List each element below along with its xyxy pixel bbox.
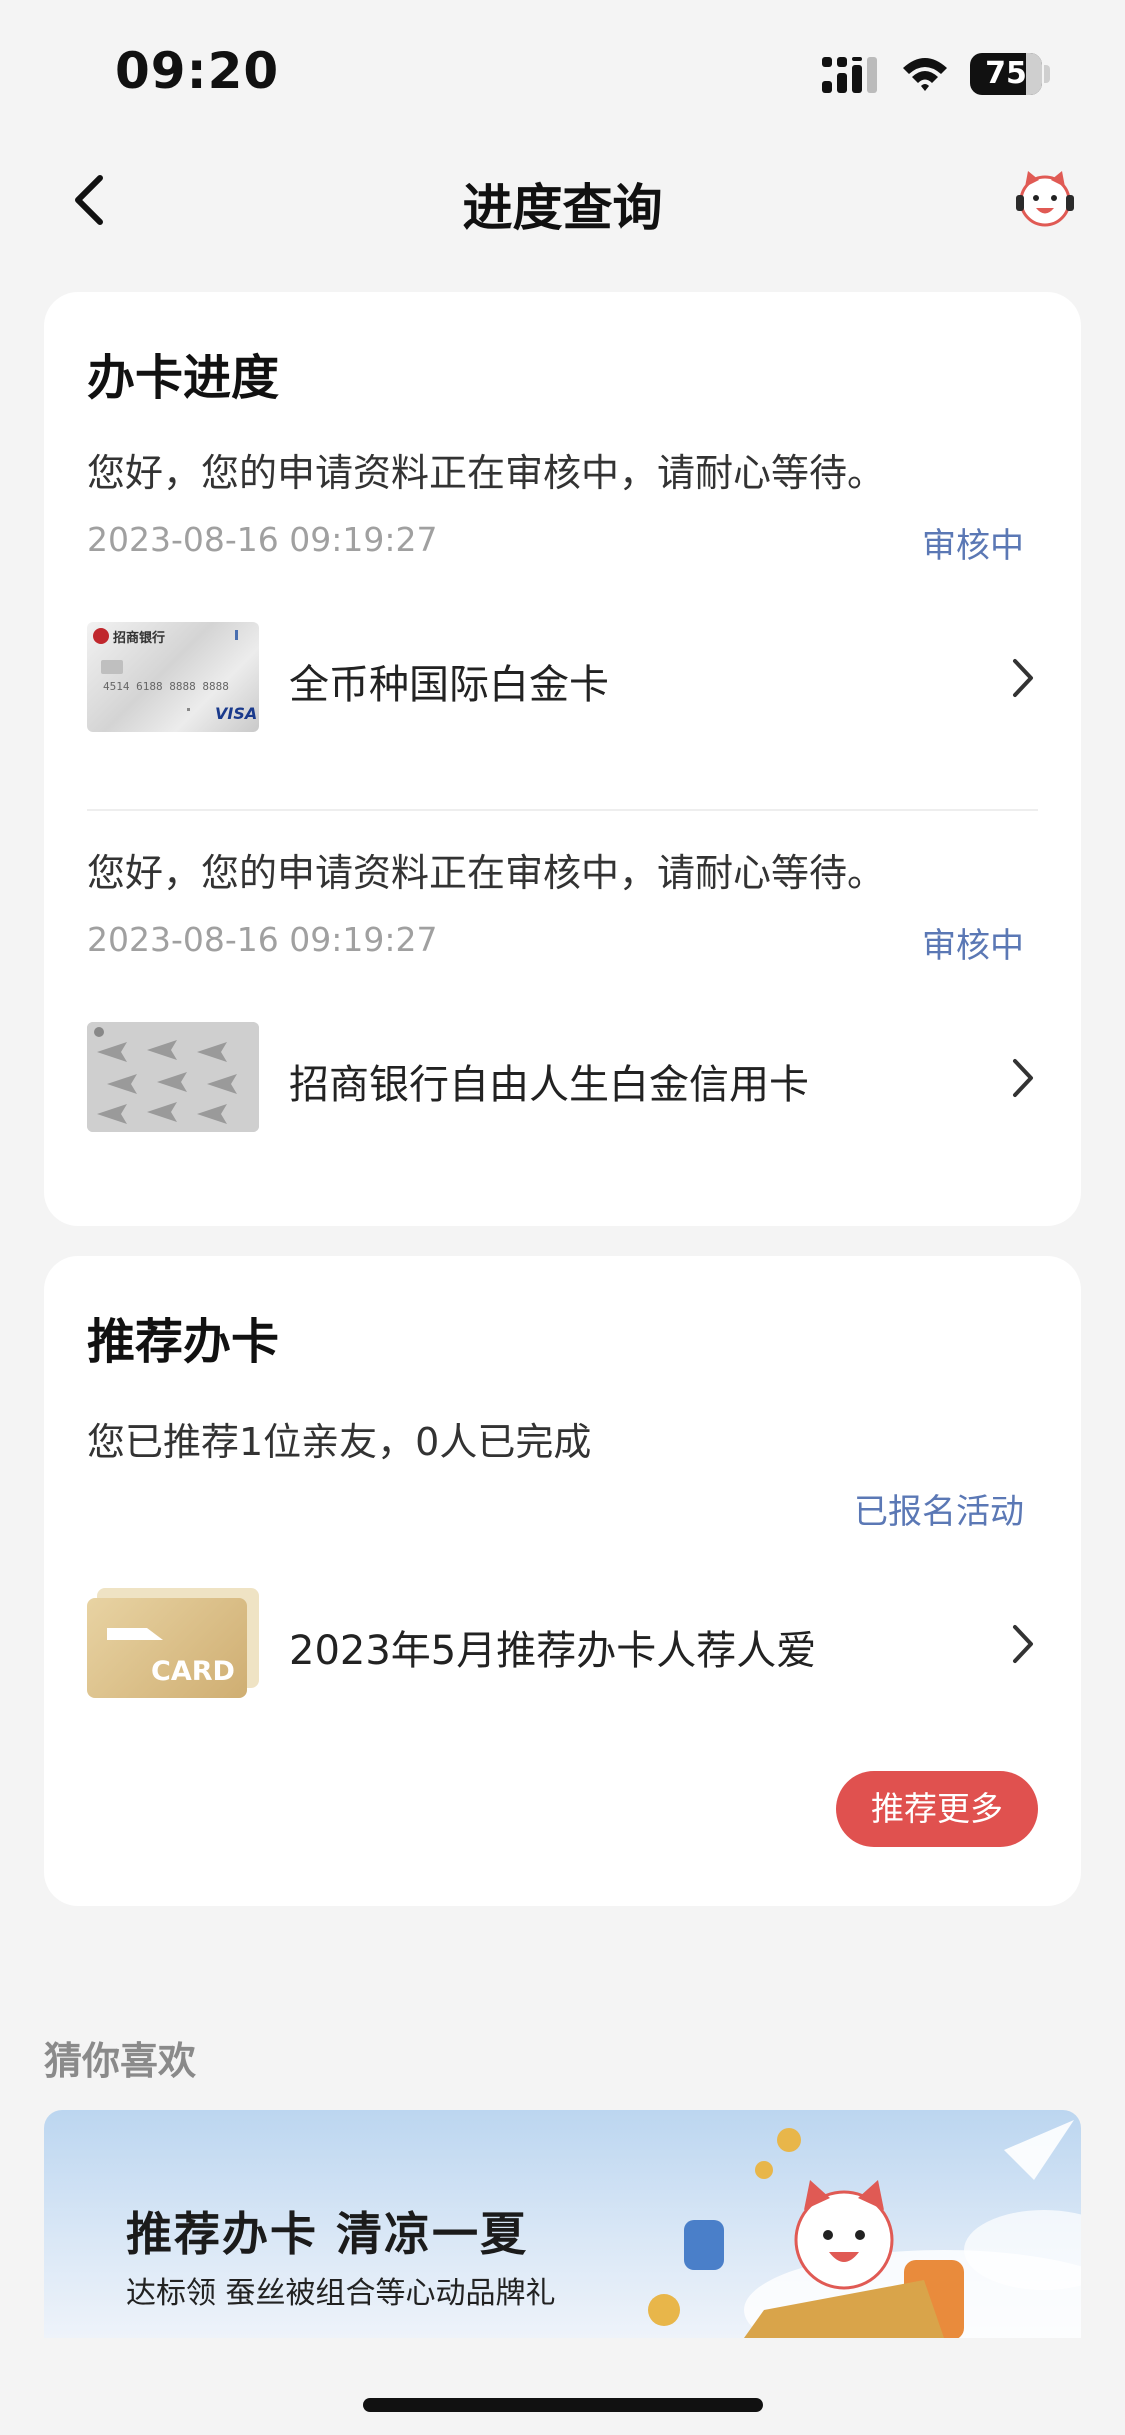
referral-activity-row[interactable]: CARD 2023年5月推荐办卡人荐人爱 xyxy=(87,1588,1037,1700)
section-title-progress: 办卡进度 xyxy=(87,350,280,406)
status-bar: 09:20 75 xyxy=(0,0,1125,150)
application-timestamp: 2023-08-16 09:19:27 xyxy=(87,920,438,959)
application-message: 您好，您的申请资料正在审核中，请耐心等待。 xyxy=(87,851,886,895)
application-status-badge: 审核中 xyxy=(922,926,1024,966)
card-brand-label: VISA xyxy=(215,704,258,723)
card-referral-section: 推荐办卡 您已推荐1位亲友，0人已完成 已报名活动 CARD 2023年5月推荐… xyxy=(44,1256,1081,1906)
application-product-row-1[interactable]: 招商银行 4514 6188 8888 8888 VISA 全币种国际白金卡 xyxy=(87,622,1037,734)
battery-icon: 75 xyxy=(970,53,1050,95)
application-message: 您好，您的申请资料正在审核中，请耐心等待。 xyxy=(87,451,886,495)
cellular-signal-icon xyxy=(822,57,877,93)
customer-service-mascot-icon[interactable] xyxy=(1012,165,1078,231)
page-title: 进度查询 xyxy=(462,179,663,237)
recommend-more-button[interactable]: 推荐更多 xyxy=(836,1771,1038,1847)
section-title-referral: 推荐办卡 xyxy=(87,1314,280,1370)
card-number-text: 4514 6188 8888 8888 xyxy=(103,680,229,693)
banner-subtitle: 达标领 蚕丝被组合等心动品牌礼 xyxy=(126,2276,556,2311)
card-activity-icon: CARD xyxy=(87,1588,259,1698)
home-indicator xyxy=(363,2398,763,2412)
referral-summary: 您已推荐1位亲友，0人已完成 xyxy=(87,1420,592,1464)
chevron-right-icon xyxy=(1013,659,1033,697)
section-title-guess-you-like: 猜你喜欢 xyxy=(44,2039,197,2083)
referral-status-badge[interactable]: 已报名活动 xyxy=(854,1484,1024,1533)
product-name: 招商银行自由人生白金信用卡 xyxy=(289,1062,809,1108)
battery-level: 75 xyxy=(985,56,1027,91)
banner-title: 推荐办卡 清凉一夏 xyxy=(126,2207,529,2261)
application-status-badge: 审核中 xyxy=(922,526,1024,566)
wifi-icon xyxy=(903,58,947,91)
promo-banner[interactable]: 推荐办卡 清凉一夏 达标领 蚕丝被组合等心动品牌礼 xyxy=(44,2110,1081,2338)
status-time: 09:20 xyxy=(115,42,280,100)
card-icon-label: CARD xyxy=(151,1656,235,1687)
application-timestamp: 2023-08-16 09:19:27 xyxy=(87,520,438,559)
card-progress-section: 办卡进度 您好，您的申请资料正在审核中，请耐心等待。 2023-08-16 09… xyxy=(44,292,1081,1226)
chevron-right-icon xyxy=(1013,1059,1033,1097)
product-name: 全币种国际白金卡 xyxy=(289,662,609,708)
card-thumbnail-platinum: 招商银行 4514 6188 8888 8888 VISA xyxy=(87,622,259,732)
card-thumbnail-freedom-life xyxy=(87,1022,259,1132)
chevron-right-icon xyxy=(1013,1625,1033,1663)
divider xyxy=(87,809,1038,811)
card-bank-label: 招商银行 xyxy=(113,631,166,646)
referral-activity-name: 2023年5月推荐办卡人荐人爱 xyxy=(289,1628,817,1674)
application-product-row-2[interactable]: 招商银行自由人生白金信用卡 xyxy=(87,1022,1037,1134)
nav-bar: 进度查询 xyxy=(0,150,1125,250)
